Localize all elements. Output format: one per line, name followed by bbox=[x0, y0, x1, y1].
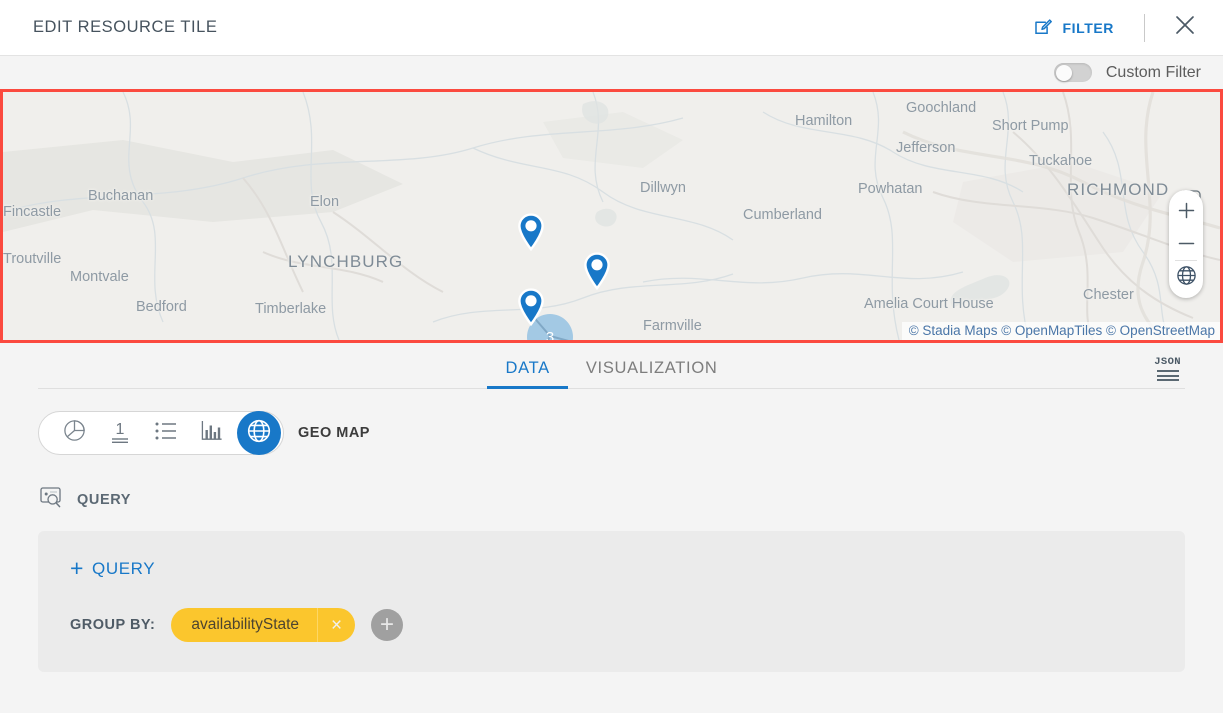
bar-chart-icon bbox=[200, 419, 224, 447]
single-value-icon: 1 bbox=[108, 418, 132, 449]
pie-chart-icon bbox=[63, 419, 86, 447]
map-tiles bbox=[3, 92, 1220, 340]
page-title: EDIT RESOURCE TILE bbox=[33, 18, 217, 37]
tab-list: DATA VISUALIZATION bbox=[487, 359, 735, 389]
group-by-chip-label: availabilityState bbox=[171, 616, 317, 634]
map-cluster-count: 3 bbox=[546, 329, 554, 344]
list-icon bbox=[155, 421, 178, 446]
custom-filter-toggle[interactable] bbox=[1054, 63, 1092, 82]
visualization-type-row: 1 bbox=[0, 389, 1223, 455]
edit-square-icon bbox=[1034, 18, 1053, 37]
attribution-openstreetmap[interactable]: © OpenStreetMap bbox=[1106, 323, 1215, 338]
add-query-label: QUERY bbox=[92, 559, 155, 579]
map-pin-icon[interactable] bbox=[583, 252, 611, 290]
tab-bar: DATA VISUALIZATION JSON bbox=[0, 343, 1223, 389]
visualization-selected-label: GEO MAP bbox=[298, 425, 370, 441]
toggle-knob bbox=[1056, 65, 1072, 81]
map-pin-icon[interactable] bbox=[517, 288, 545, 326]
query-section-label: QUERY bbox=[77, 492, 131, 508]
attribution-stadia[interactable]: © Stadia Maps bbox=[909, 323, 998, 338]
filter-button[interactable]: FILTER bbox=[1030, 12, 1118, 43]
map-globe-button[interactable] bbox=[1169, 261, 1203, 294]
svg-text:1: 1 bbox=[116, 421, 125, 438]
attribution-openmaptiles[interactable]: © OpenMapTiles bbox=[1001, 323, 1102, 338]
filter-button-label: FILTER bbox=[1062, 20, 1114, 36]
map-attribution[interactable]: © Stadia Maps © OpenMapTiles © OpenStree… bbox=[902, 322, 1220, 340]
json-lines-icon bbox=[1157, 370, 1179, 381]
close-icon bbox=[1173, 13, 1197, 42]
tab-visualization[interactable]: VISUALIZATION bbox=[568, 359, 736, 389]
group-by-row: GROUP BY: availabilityState × + bbox=[70, 608, 1153, 642]
plus-icon: + bbox=[70, 557, 84, 580]
query-card: + QUERY GROUP BY: availabilityState × + bbox=[38, 531, 1185, 672]
map-zoom-out-button[interactable] bbox=[1169, 227, 1203, 260]
remove-group-by-button[interactable]: × bbox=[317, 608, 355, 642]
globe-icon bbox=[1176, 265, 1197, 291]
dialog-header: EDIT RESOURCE TILE FILTER bbox=[0, 0, 1223, 56]
custom-filter-label: Custom Filter bbox=[1106, 64, 1201, 82]
json-label: JSON bbox=[1154, 356, 1181, 368]
query-section-header: QUERY bbox=[0, 455, 1223, 513]
header-divider bbox=[1144, 14, 1145, 42]
globe-icon bbox=[246, 418, 272, 449]
group-by-chip[interactable]: availabilityState × bbox=[171, 608, 355, 642]
json-view-button[interactable]: JSON bbox=[1154, 356, 1181, 381]
viz-option-geo-map[interactable] bbox=[237, 411, 281, 455]
visualization-type-selector: 1 bbox=[38, 411, 284, 455]
header-actions: FILTER bbox=[1030, 9, 1201, 46]
tab-data[interactable]: DATA bbox=[487, 359, 567, 389]
viz-option-single-value[interactable]: 1 bbox=[99, 412, 141, 454]
map-pin-icon[interactable] bbox=[517, 213, 545, 251]
close-button[interactable] bbox=[1169, 9, 1201, 46]
query-search-icon bbox=[40, 487, 64, 513]
add-query-button[interactable]: + QUERY bbox=[70, 557, 155, 580]
viz-option-pie-chart[interactable] bbox=[53, 412, 95, 454]
geo-map-preview[interactable]: Fincastle Buchanan Troutville Montvale B… bbox=[0, 89, 1223, 343]
map-controls bbox=[1169, 190, 1203, 298]
add-group-by-button[interactable]: + bbox=[371, 609, 403, 641]
viz-option-list[interactable] bbox=[145, 412, 187, 454]
map-zoom-in-button[interactable] bbox=[1169, 194, 1203, 227]
viz-option-bar-chart[interactable] bbox=[191, 412, 233, 454]
group-by-label: GROUP BY: bbox=[70, 617, 155, 633]
custom-filter-bar: Custom Filter bbox=[0, 56, 1223, 89]
